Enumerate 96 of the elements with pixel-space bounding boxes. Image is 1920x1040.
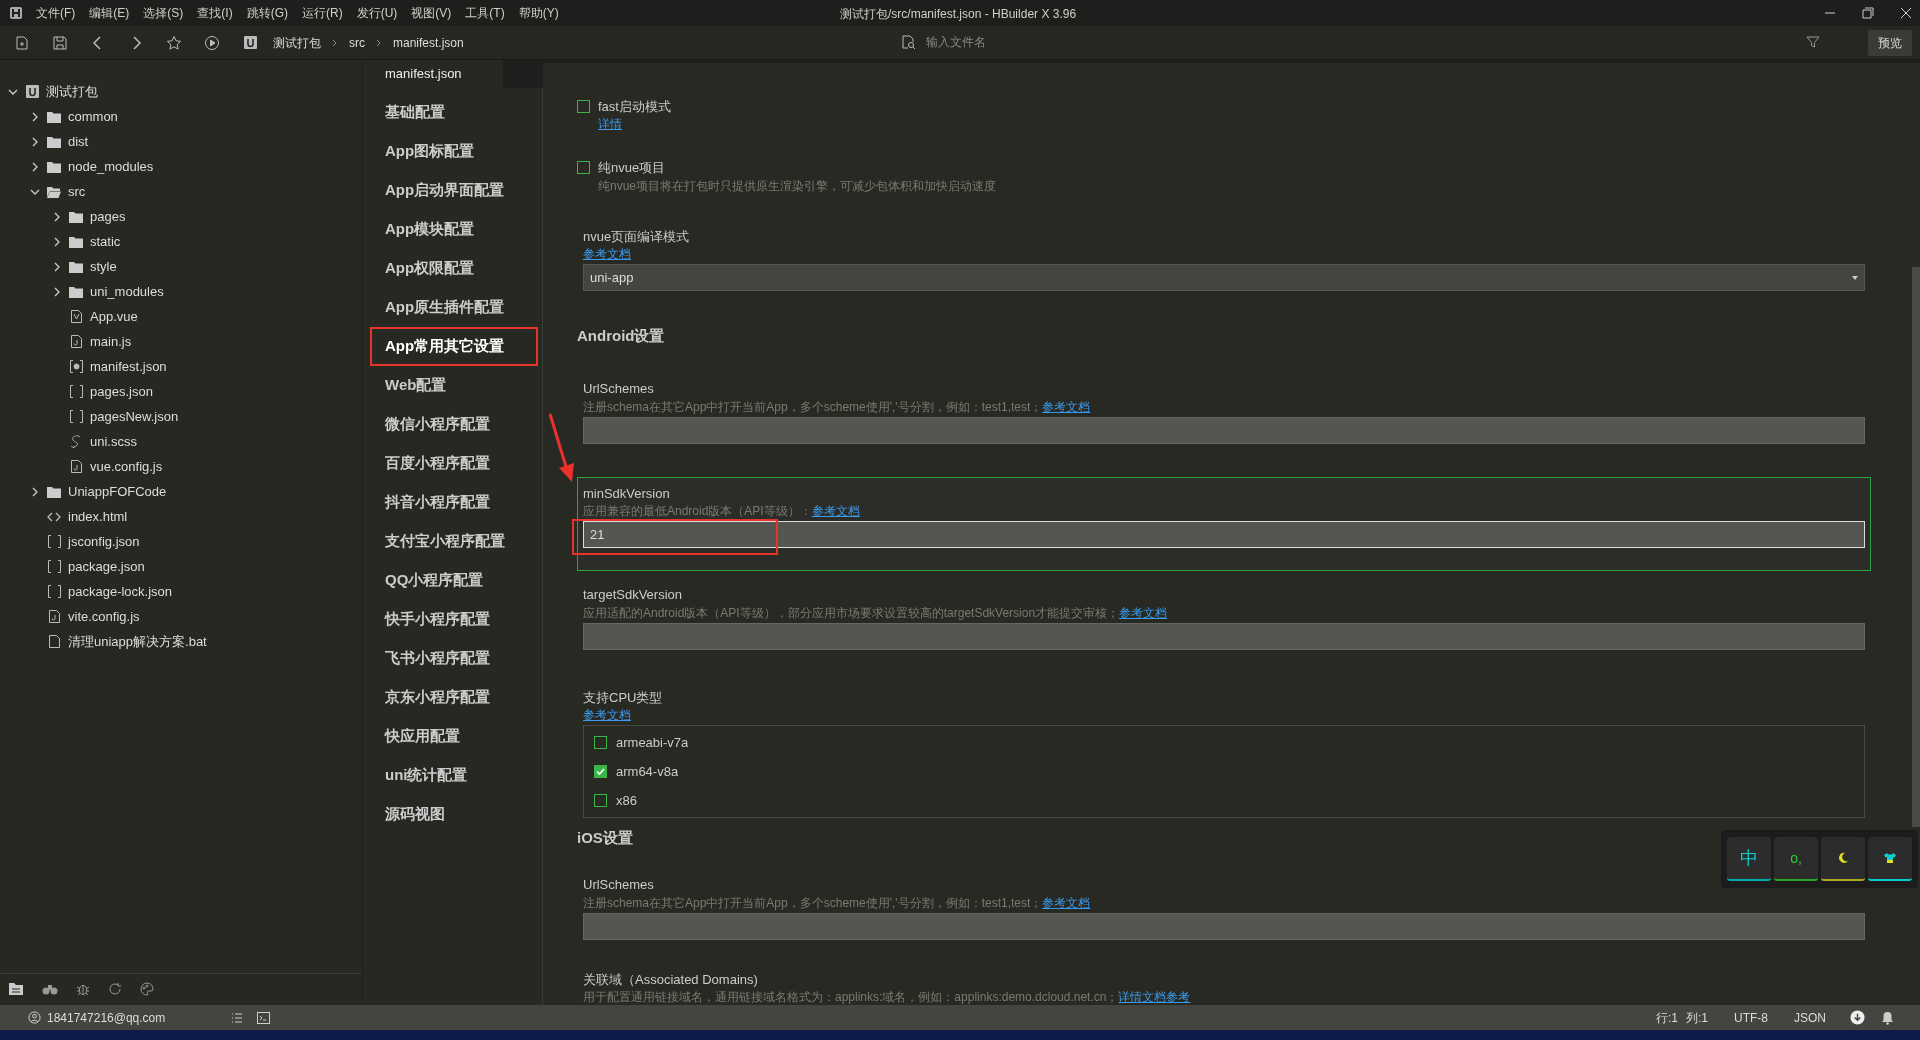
nav-item[interactable]: uni统计配置 [373,756,542,795]
preview-button[interactable]: 预览 [1868,30,1912,56]
cursor-column: 列:1 [1685,1008,1708,1027]
setting-label: 关联域（Associated Domains) [583,970,759,989]
tree-item[interactable]: package.json [68,556,145,577]
nav-item[interactable]: 百度小程序配置 [373,444,542,483]
setting-description: 用于配置通用链接域名，通用链接域名格式为：applinks:域名，例如：applinks:demo.dcloud.net.cn； [583,989,1119,1005]
nav-item[interactable]: Web配置 [373,366,542,405]
tree-item[interactable]: 清理uniapp解决方案.bat [68,631,207,652]
menu-item[interactable]: 选择(S) [143,4,184,22]
nav-item[interactable]: App权限配置 [373,249,542,288]
nav-item[interactable]: App常用其它设置 [370,327,538,366]
tree-item[interactable]: pagesNew.json [90,406,179,427]
nav-item[interactable]: QQ小程序配置 [373,561,542,600]
window-title: 测试打包/src/manifest.json - HBuilder X 3.96 [840,6,1077,23]
option-label: armeabi-v7a [616,733,689,752]
dropdown[interactable]: uni-app [583,264,1865,291]
doc-link[interactable]: 参考文档 [583,247,631,261]
tree-item[interactable]: package-lock.json [68,581,173,602]
option-label: x86 [616,791,637,810]
tree-item[interactable]: UniappFOFCode [68,481,167,502]
tree-item[interactable]: node_modules [68,156,154,177]
ime-punctuation-key[interactable]: o, [1774,837,1818,881]
language-label[interactable]: JSON [1794,1008,1826,1027]
setting-description: 纯nvue项目将在打包时只提供原生渲染引擎，可减少包体积和加快启动速度 [598,178,997,193]
menu-item[interactable]: 运行(R) [302,4,343,22]
account-label[interactable]: 1841747216@qq.com [47,1008,166,1027]
nav-item[interactable]: 飞书小程序配置 [373,639,542,678]
nav-item[interactable]: 快应用配置 [373,717,542,756]
nav-item[interactable]: App图标配置 [373,132,542,171]
menu-item[interactable]: 查找(I) [197,4,233,22]
doc-link[interactable]: 详情文档参考 [1118,989,1191,1005]
menu-item[interactable]: 跳转(G) [246,4,288,22]
setting-label: UrlSchemes [583,380,655,398]
menu-item[interactable]: 工具(T) [465,4,505,22]
tree-item[interactable]: pages [90,206,126,227]
cursor-row-text: 行:1 [1655,1009,1678,1027]
setting-description: 应用兼容的最低Android版本（API等级）： [583,503,812,519]
tree-item[interactable]: manifest.json [90,356,167,377]
tree-item[interactable]: uni_modules [90,281,164,302]
setting-description: 应用适配的Android版本（API等级），部分应用市场要求设置较高的targetSdkVersion才能提交审核； [583,604,1120,621]
tree-item[interactable]: jsconfig.json [68,531,140,552]
setting-label: nvue页面编译模式 [583,227,691,246]
encoding-label[interactable]: UTF-8 [1734,1008,1768,1027]
menu-item[interactable]: 视图(V) [411,4,452,22]
section-heading: Android设置 [577,327,665,344]
tree-item[interactable]: pages.json [90,381,153,402]
doc-link[interactable]: 详情 [598,117,622,131]
tree-item[interactable]: 测试打包 [46,81,98,102]
nav-item[interactable]: App模块配置 [373,210,542,249]
menu-item[interactable]: 帮助(Y) [518,4,559,22]
tree-item[interactable]: static [90,231,121,252]
breadcrumb-item[interactable]: 测试打包 [273,33,321,52]
text-field[interactable]: 21 [583,521,1865,548]
tree-item[interactable]: common [68,106,118,127]
menu-item[interactable]: 文件(F) [36,4,76,22]
nav-item[interactable]: App启动界面配置 [373,171,542,210]
doc-link[interactable]: 参考文档 [583,708,631,722]
menu-item[interactable]: 编辑(E) [89,4,130,22]
editor-tab[interactable]: manifest.json [363,60,503,88]
tree-item[interactable]: src [68,181,86,202]
tree-item[interactable]: index.html [68,506,128,527]
doc-link[interactable]: 参考文档 [1042,894,1091,911]
nav-item[interactable]: 微信小程序配置 [373,405,542,444]
breadcrumb-item[interactable]: src [349,33,365,52]
setting-label: targetSdkVersion [583,586,683,604]
tree-item[interactable]: dist [68,131,89,152]
nav-item[interactable]: App原生插件配置 [373,288,542,327]
tree-item[interactable]: main.js [90,331,132,352]
doc-link[interactable]: 参考文档 [1119,604,1168,621]
nav-item[interactable]: 快手小程序配置 [373,600,542,639]
section-heading: iOS设置 [577,829,633,846]
breadcrumb-item[interactable]: manifest.json [393,33,464,52]
option-label: arm64-v8a [616,762,679,781]
ime-mode-key[interactable]: 中 [1727,837,1771,881]
nav-item[interactable]: 基础配置 [373,93,542,132]
tree-item[interactable]: style [90,256,117,277]
file-search-field[interactable]: 输入文件名 [926,33,1796,51]
tree-item[interactable]: vite.config.js [68,606,140,627]
setting-label: UrlSchemes [583,876,655,894]
menu-item[interactable]: 发行(U) [356,4,398,22]
nav-item[interactable]: 源码视图 [373,795,542,834]
setting-label: fast启动模式 [598,97,671,116]
tree-item[interactable]: vue.config.js [90,456,163,477]
tree-item[interactable]: App.vue [90,306,138,327]
setting-label: minSdkVersion [583,484,671,503]
setting-label: 支持CPU类型 [583,688,664,707]
setting-label: 纯nvue项目 [598,159,666,177]
setting-description: 注册schema在其它App中打开当前App，多个scheme使用','号分割，例如：test1,test； [583,398,1043,415]
tree-item[interactable]: uni.scss [90,431,137,452]
setting-description: 注册schema在其它App中打开当前App，多个scheme使用','号分割，例如：test1,test； [583,894,1043,911]
nav-item[interactable]: 抖音小程序配置 [373,483,542,522]
nav-item[interactable]: 京东小程序配置 [373,678,542,717]
doc-link[interactable]: 参考文档 [811,503,860,519]
nav-item[interactable]: 支付宝小程序配置 [373,522,542,561]
doc-link[interactable]: 参考文档 [1042,398,1091,415]
